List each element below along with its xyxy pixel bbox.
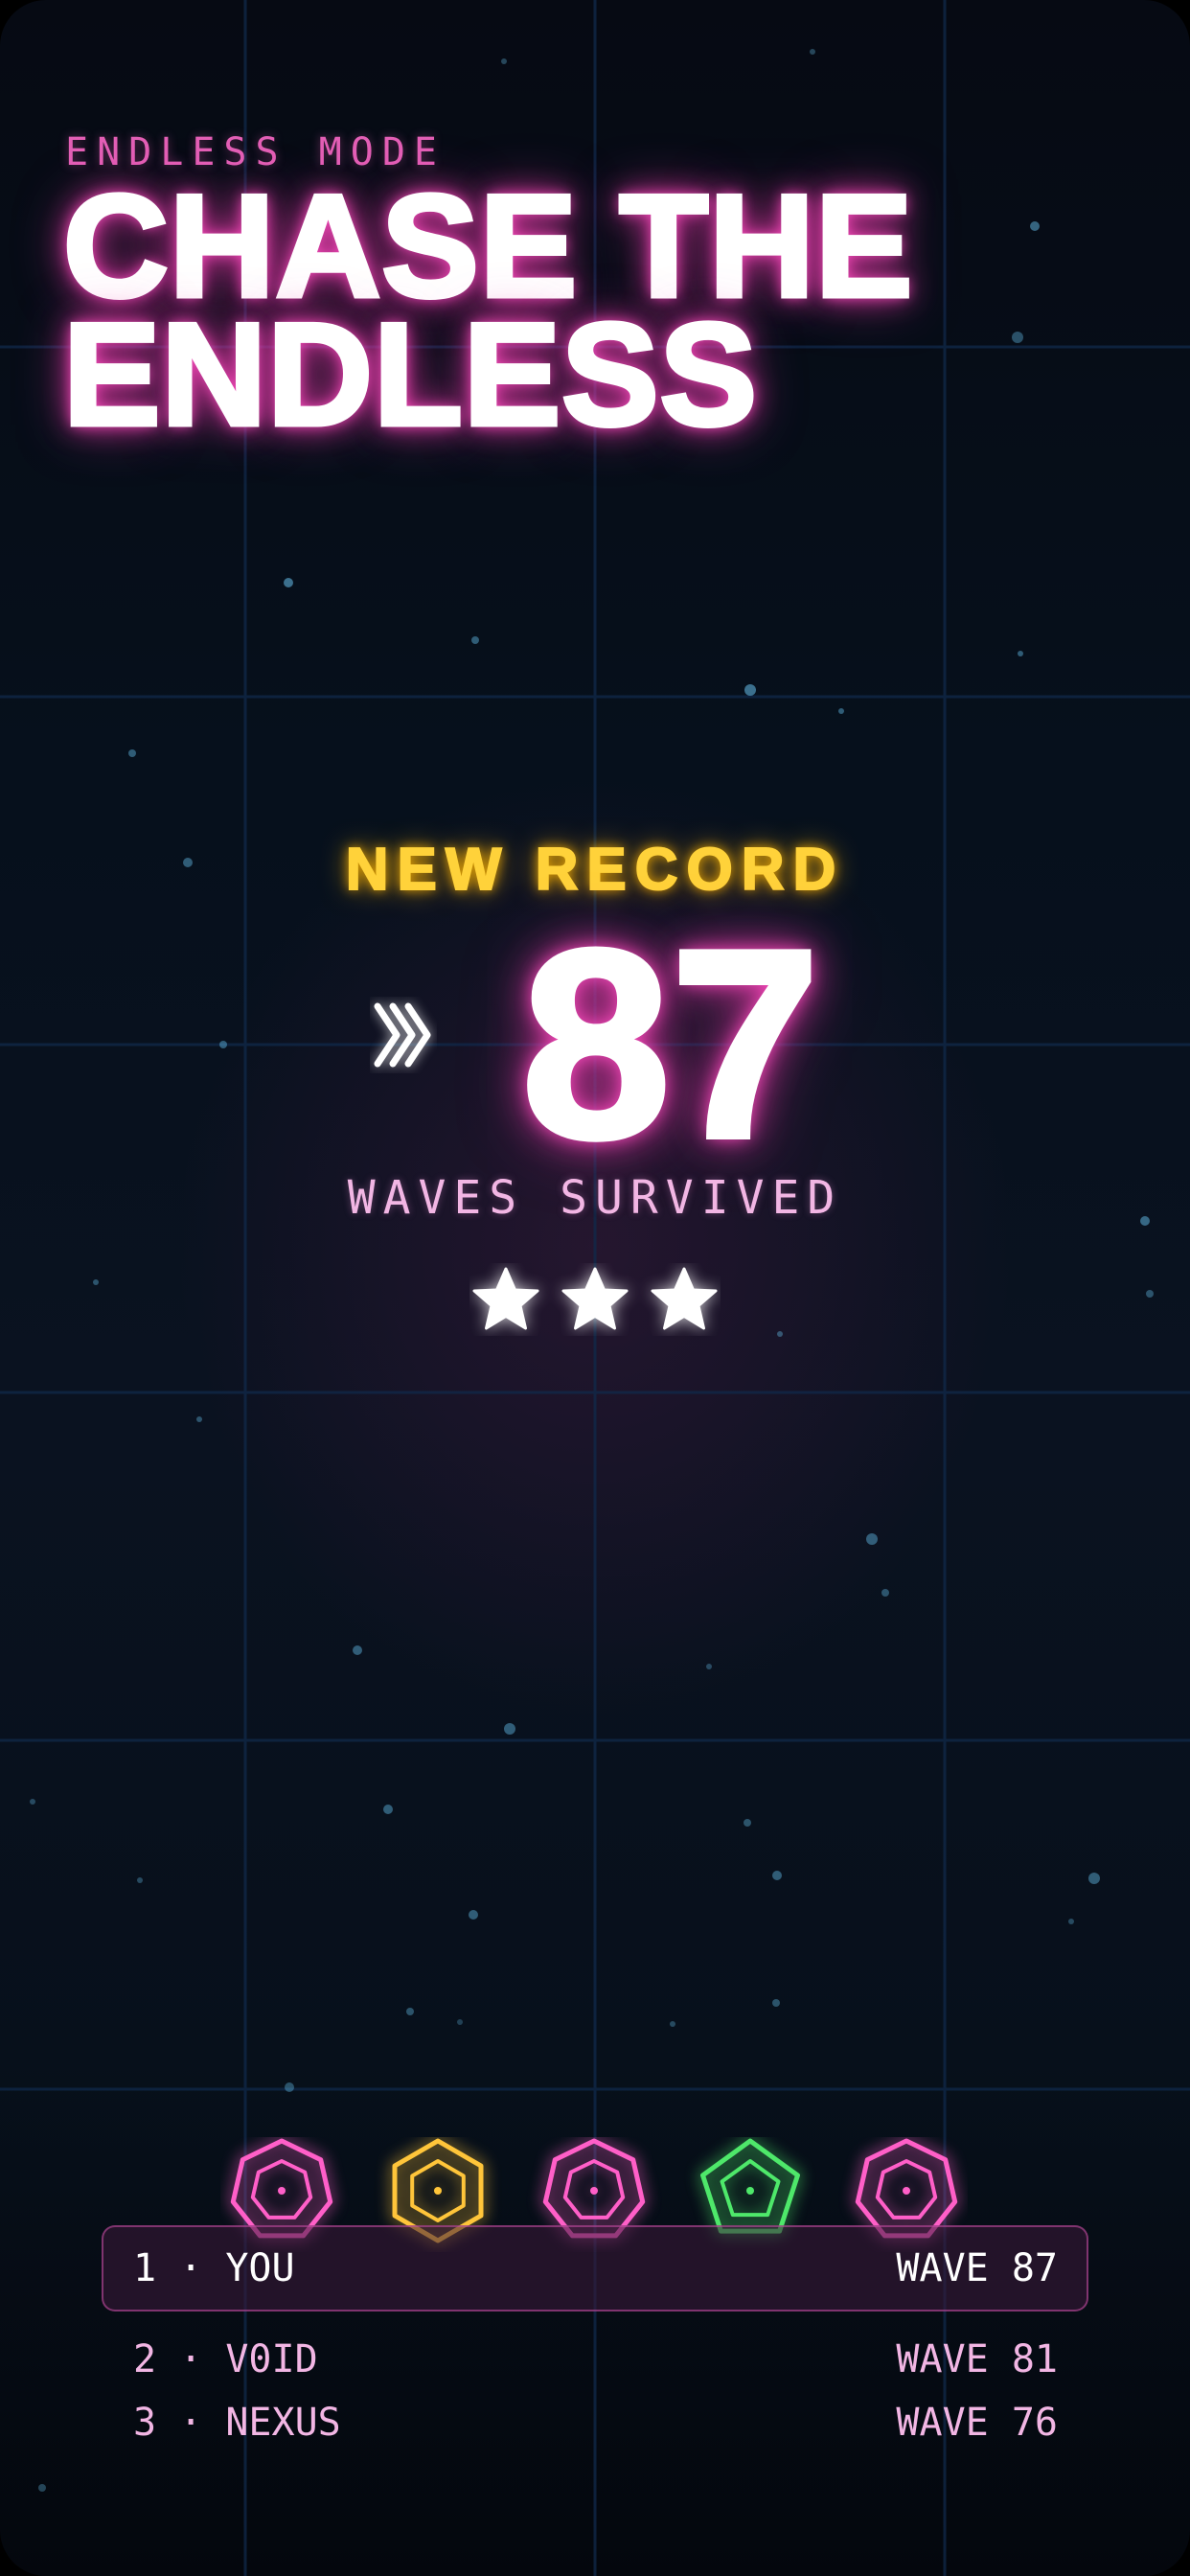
- title-line-2: ENDLESS: [61, 293, 760, 456]
- leaderboard-name-2: 2 · V0ID: [133, 2337, 318, 2381]
- leaderboard-row-2: 2 · V0ID WAVE 81: [133, 2331, 1058, 2388]
- star-rating: [472, 1267, 718, 1330]
- star-icon-1: [472, 1267, 539, 1330]
- leaderboard-name-3: 3 · NEXUS: [133, 2401, 341, 2445]
- game-over-screen: ENDLESS MODE CHASE THE ENDLESS NEW RECOR…: [0, 0, 1190, 2576]
- enemy-pentagon-icon: [700, 2138, 800, 2234]
- waves-survived-label: WAVES SURVIVED: [347, 1171, 843, 1225]
- enemy-heptagon-icon: [855, 2138, 958, 2239]
- page-title: CHASE THE ENDLESS: [61, 165, 1136, 456]
- leaderboard-wave-3: WAVE 76: [896, 2401, 1058, 2445]
- star-icon-2: [561, 1267, 629, 1330]
- new-record-label: NEW RECORD: [345, 836, 845, 904]
- leaderboard-name-1: 1 · YOU: [133, 2246, 295, 2290]
- enemy-heptagon-icon: [230, 2138, 333, 2239]
- enemy-heptagon-icon: [542, 2138, 646, 2239]
- leaderboard-wave-2: WAVE 81: [896, 2337, 1058, 2381]
- title-line-1: CHASE THE: [61, 165, 915, 328]
- leaderboard-wave-1: WAVE 87: [896, 2246, 1058, 2290]
- triple-chevron-right-icon: [374, 1002, 431, 1068]
- star-icon-3: [651, 1267, 718, 1330]
- waves-score: 87: [518, 895, 822, 1194]
- leaderboard-row-1: 1 · YOU WAVE 87: [133, 2240, 1058, 2297]
- leaderboard-row-3: 3 · NEXUS WAVE 76: [133, 2394, 1058, 2451]
